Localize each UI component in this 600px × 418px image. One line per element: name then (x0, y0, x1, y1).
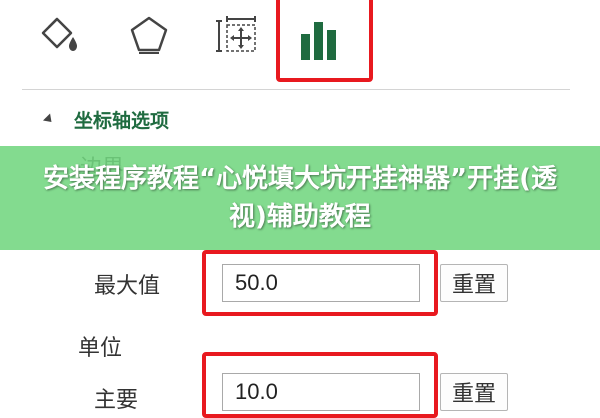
size-properties-icon (216, 16, 256, 52)
effects-tab[interactable] (124, 0, 174, 70)
maximum-label: 最大值 (94, 274, 161, 299)
toolbar-divider (22, 89, 570, 90)
axis-options-tab[interactable] (284, 0, 354, 80)
major-reset-button[interactable]: 重置 (440, 373, 508, 411)
units-label: 单位 (78, 336, 123, 361)
section-title: 坐标轴选项 (74, 109, 170, 132)
overlay-text: 安装程序教程“心悦填大坑开挂神器”开挂(透视)辅助教程 (42, 164, 558, 232)
maximum-input[interactable]: 50.0 (222, 264, 420, 302)
axis-options-icon (301, 22, 336, 60)
collapse-triangle-icon[interactable] (42, 112, 56, 126)
axis-options-section-header[interactable]: 坐标轴选项 (42, 104, 170, 134)
fill-line-tab[interactable] (34, 0, 84, 70)
maximum-reset-button[interactable]: 重置 (440, 264, 508, 302)
promo-overlay-banner: 安装程序教程“心悦填大坑开挂神器”开挂(透视)辅助教程 (0, 146, 600, 250)
fill-line-icon (41, 17, 77, 51)
major-unit-input[interactable]: 10.0 (222, 373, 420, 411)
format-pane-toolbar (0, 0, 600, 92)
effects-icon (130, 16, 168, 54)
major-label: 主要 (94, 388, 139, 413)
size-properties-tab[interactable] (210, 0, 264, 70)
